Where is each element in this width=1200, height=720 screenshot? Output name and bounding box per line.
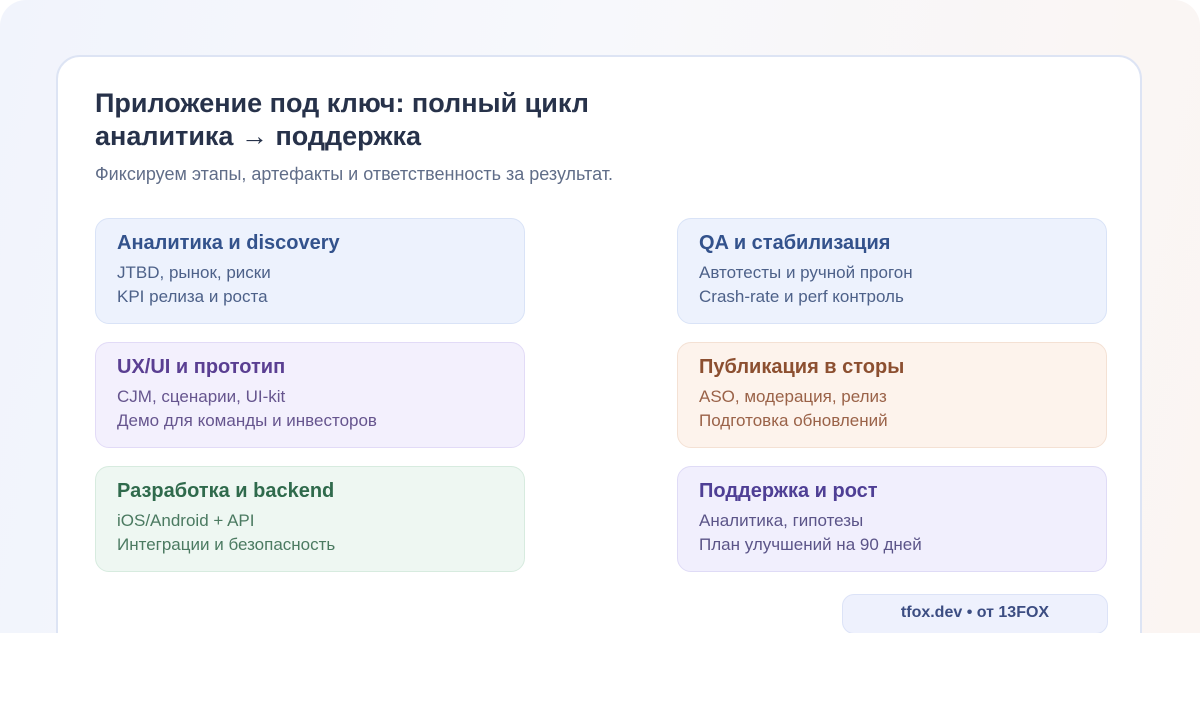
stage-detail: Интеграции и безопасность (117, 535, 336, 554)
stage-detail: JTBD, рынок, риски (117, 263, 271, 282)
stage-detail: Аналитика, гипотезы (699, 511, 864, 530)
stage-card-analytics: Аналитика и discovery JTBD, рынок, риски… (95, 218, 525, 324)
stage-detail: ASO, модерация, релиз (699, 387, 887, 406)
stage-title: UX/UI и прототип (117, 356, 286, 378)
brand-badge[interactable]: tfox.dev • от 13FOX (842, 594, 1108, 633)
stage-title: Публикация в сторы (699, 356, 905, 378)
stage-detail: KPI релиза и роста (117, 287, 268, 306)
stage-title: QA и стабилизация (699, 232, 891, 254)
stage-card-support: Поддержка и рост Аналитика, гипотезы Пла… (677, 466, 1107, 572)
stage-card-development: Разработка и backend iOS/Android + API И… (95, 466, 525, 572)
stage-card-qa: QA и стабилизация Автотесты и ручной про… (677, 218, 1107, 324)
stage-card-ux-ui: UX/UI и прототип CJM, сценарии, UI-kit Д… (95, 342, 525, 448)
content-card: Приложение под ключ: полный цикл аналити… (56, 55, 1142, 633)
stage-detail: Подготовка обновлений (699, 411, 888, 430)
page-backdrop: Приложение под ключ: полный цикл аналити… (0, 0, 1200, 633)
stage-title: Разработка и backend (117, 480, 335, 502)
stage-detail: План улучшений на 90 дней (699, 535, 922, 554)
stage-card-publishing: Публикация в сторы ASO, модерация, релиз… (677, 342, 1107, 448)
page-subtitle: Фиксируем этапы, артефакты и ответственн… (95, 164, 613, 184)
page-title: Приложение под ключ: полный цикл аналити… (95, 88, 589, 151)
stage-detail: Автотесты и ручной прогон (699, 263, 913, 282)
stage-detail: iOS/Android + API (117, 511, 255, 530)
stage-detail: Crash-rate и perf контроль (699, 287, 904, 306)
stage-title: Аналитика и discovery (117, 232, 340, 254)
stage-title: Поддержка и рост (699, 480, 878, 502)
stage-detail: Демо для команды и инвесторов (117, 411, 377, 430)
stage-detail: CJM, сценарии, UI-kit (117, 387, 286, 406)
